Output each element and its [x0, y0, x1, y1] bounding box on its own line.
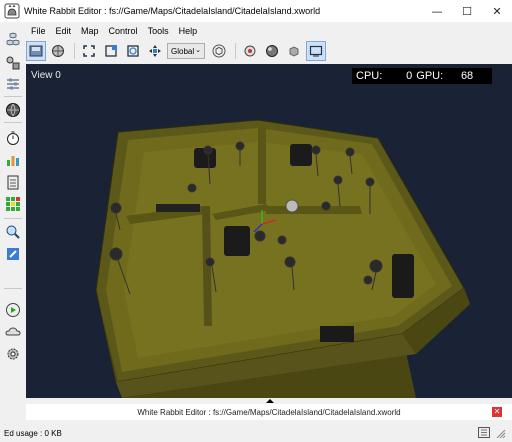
play-icon — [6, 303, 20, 317]
world-render[interactable] — [26, 64, 512, 398]
save-world-button[interactable] — [26, 41, 46, 61]
shapes-icon — [6, 56, 20, 70]
transform-space-select[interactable]: Global ⌄ — [167, 43, 205, 59]
properties-button[interactable] — [3, 74, 23, 94]
ed-usage-text: Ed usage : 0 KB — [4, 428, 62, 438]
material-sphere-icon — [266, 45, 278, 57]
scene-viewport[interactable]: View 0 CPU: 0 GPU: 68 — [26, 64, 512, 398]
profiler-button[interactable] — [3, 128, 23, 148]
window-title: White Rabbit Editor : fs://Game/Maps/Cit… — [24, 6, 321, 16]
move-tool-button[interactable] — [145, 41, 165, 61]
gizmo-icon — [244, 45, 256, 57]
cloud-button[interactable] — [3, 322, 23, 342]
collapse-arrow-icon[interactable] — [266, 399, 274, 403]
title-bar: White Rabbit Editor : fs://Game/Maps/Cit… — [0, 0, 512, 22]
bar-chart-icon — [7, 156, 19, 166]
gpu-label: GPU: — [416, 70, 444, 82]
stats-button[interactable] — [3, 150, 23, 170]
left-separator — [4, 288, 22, 289]
grid-icon — [6, 197, 20, 211]
left-separator — [4, 218, 22, 219]
material-button[interactable] — [262, 41, 282, 61]
left-toolbar — [0, 22, 26, 422]
status-bar: Ed usage : 0 KB — [0, 424, 512, 442]
scale-icon — [105, 45, 117, 57]
search-button[interactable] — [3, 222, 23, 242]
rabbit-app-icon — [4, 3, 20, 19]
output-text: White Rabbit Editor : fs://Game/Maps/Cit… — [137, 407, 401, 417]
gear-icon — [7, 348, 19, 360]
checklist-button[interactable] — [3, 172, 23, 192]
maximize-button[interactable]: ☐ — [452, 0, 482, 22]
settings-button[interactable] — [3, 344, 23, 364]
resize-grip-icon[interactable] — [494, 427, 506, 438]
toolbar-separator — [74, 43, 75, 59]
close-window-button[interactable]: ✕ — [482, 0, 512, 22]
bench-object[interactable] — [156, 204, 200, 212]
perf-counter: CPU: 0 GPU: 68 — [352, 68, 492, 84]
clipboard-icon — [7, 175, 19, 190]
transform-space-value: Global — [171, 46, 195, 56]
select-bracket-icon — [83, 45, 95, 57]
view-label: View 0 — [31, 70, 61, 81]
cloud-icon — [5, 327, 21, 336]
select-tool-button[interactable] — [79, 41, 99, 61]
scale-tool-button[interactable] — [101, 41, 121, 61]
cube-outline-icon — [212, 44, 226, 58]
move-arrows-icon — [149, 45, 161, 57]
cabinet-object[interactable] — [290, 144, 312, 166]
grid-button[interactable] — [3, 194, 23, 214]
toolbar-separator — [235, 43, 236, 59]
close-output-button[interactable]: ✕ — [492, 407, 502, 417]
menu-tools[interactable]: Tools — [143, 22, 174, 40]
menu-file[interactable]: File — [26, 22, 51, 40]
entity-button[interactable] — [3, 53, 23, 73]
rotate-icon — [127, 45, 139, 57]
gizmo-button[interactable] — [240, 41, 260, 61]
desk-object[interactable] — [320, 326, 354, 342]
search-icon — [6, 225, 20, 239]
sliders-icon — [7, 78, 19, 90]
menu-help[interactable]: Help — [174, 22, 203, 40]
cubes-icon — [6, 32, 20, 46]
save-icon — [29, 45, 43, 57]
cpu-value: 0 — [406, 70, 413, 82]
wardrobe-object[interactable] — [224, 226, 250, 256]
sphere-grid-icon — [52, 45, 64, 57]
globe-icon — [6, 103, 20, 117]
stopwatch-icon — [7, 131, 19, 145]
sphere-tool-button[interactable] — [48, 41, 68, 61]
menu-map[interactable]: Map — [76, 22, 104, 40]
cpu-label: CPU: — [356, 70, 383, 82]
script-button[interactable] — [3, 244, 23, 264]
gpu-value: 68 — [460, 70, 474, 82]
chevron-down-icon: ⌄ — [195, 47, 201, 54]
left-separator — [4, 122, 22, 123]
menu-control[interactable]: Control — [104, 22, 143, 40]
wardrobe-object[interactable] — [392, 254, 414, 298]
box-icon — [289, 46, 299, 57]
play-button[interactable] — [3, 300, 23, 320]
scene-tree-button[interactable] — [3, 30, 23, 50]
monitor-icon — [309, 45, 323, 57]
minimize-button[interactable]: — — [422, 0, 452, 22]
main-toolbar: Global ⌄ — [26, 40, 512, 62]
calculator-icon[interactable] — [478, 427, 490, 438]
script-icon — [7, 248, 19, 260]
left-separator — [4, 96, 22, 97]
output-panel: White Rabbit Editor : fs://Game/Maps/Cit… — [26, 404, 512, 420]
object-mode-button[interactable] — [209, 41, 229, 61]
rotate-tool-button[interactable] — [123, 41, 143, 61]
menu-bar: File Edit Map Control Tools Help — [26, 22, 202, 40]
viewport-toggle-button[interactable] — [306, 41, 326, 61]
menu-edit[interactable]: Edit — [51, 22, 77, 40]
world-button[interactable] — [3, 100, 23, 120]
box-button[interactable] — [284, 41, 304, 61]
